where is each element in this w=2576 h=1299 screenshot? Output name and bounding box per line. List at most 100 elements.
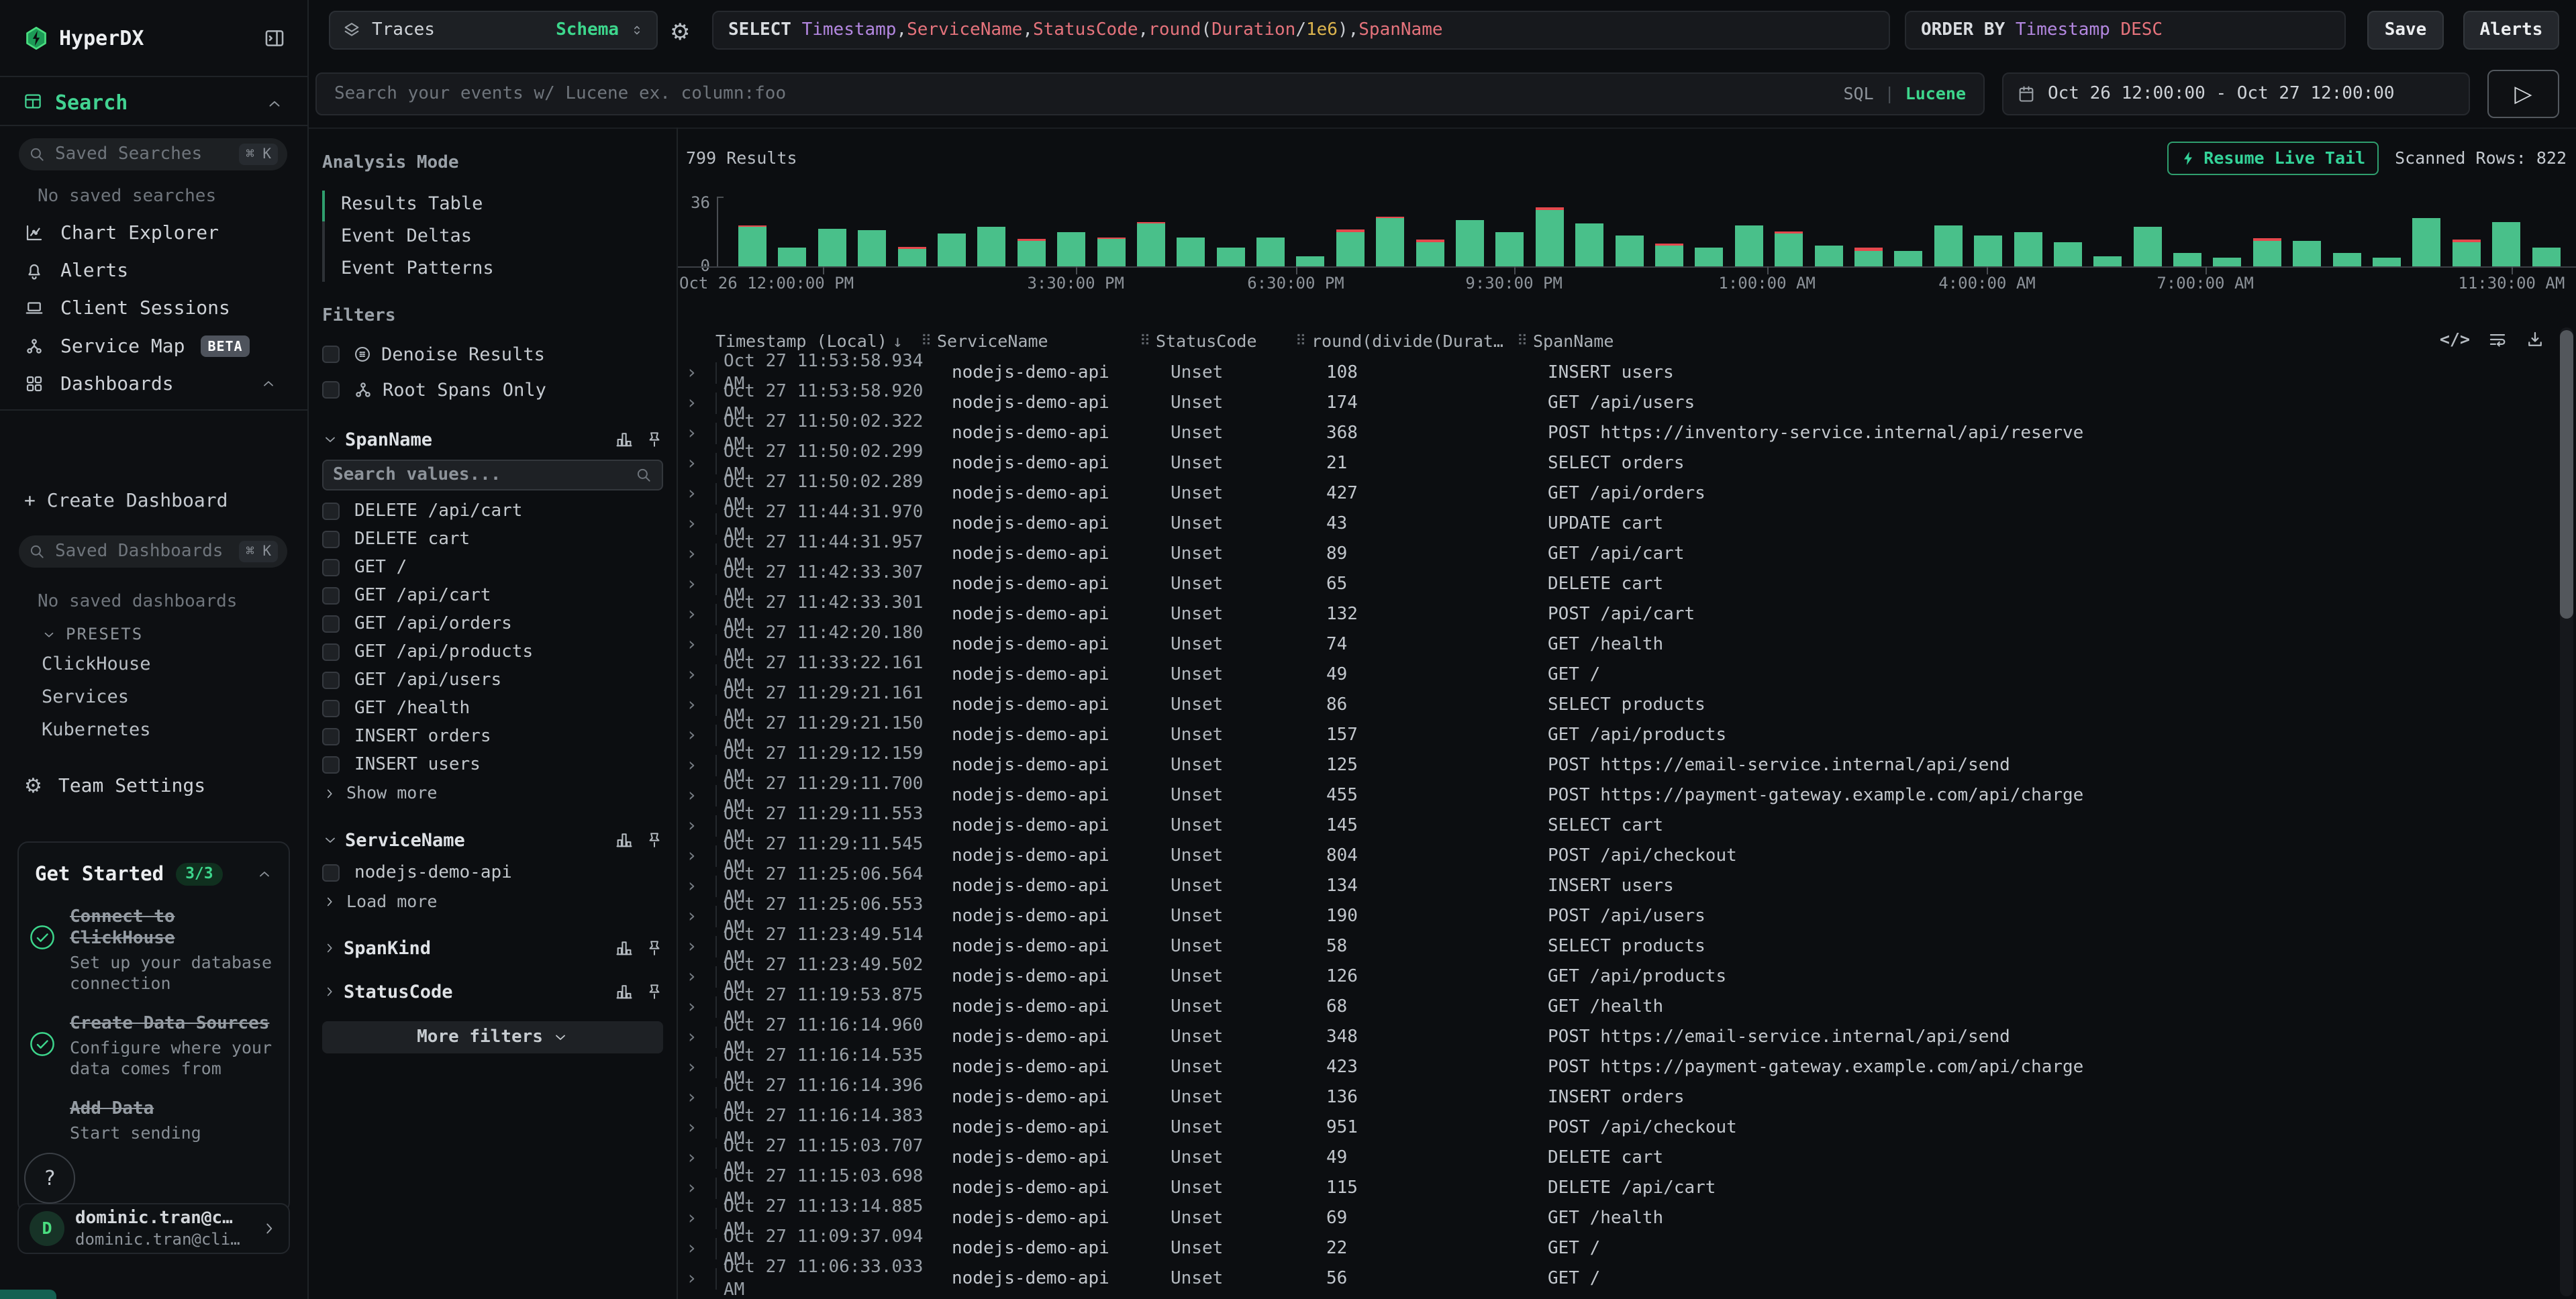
more-filters-button[interactable]: More filters bbox=[322, 1021, 663, 1053]
chart-bar[interactable] bbox=[2373, 258, 2401, 266]
chart-bar[interactable] bbox=[2213, 258, 2241, 266]
row-expand-chevron[interactable]: › bbox=[678, 813, 715, 837]
chart-bar[interactable] bbox=[2253, 238, 2281, 266]
sidebar-item-dashboards[interactable]: Dashboards bbox=[24, 366, 293, 402]
table-row[interactable]: ›Oct 27 11:53:58.934 AMnodejs-demo-apiUn… bbox=[678, 358, 2550, 388]
filter-value[interactable]: DELETE /api/cart bbox=[322, 497, 663, 525]
analysis-mode-results-table[interactable]: Results Table bbox=[341, 188, 663, 220]
filter-value[interactable]: GET /api/users bbox=[322, 666, 663, 694]
table-row[interactable]: ›Oct 27 11:42:33.301 AMnodejs-demo-apiUn… bbox=[678, 599, 2550, 629]
preset-item-services[interactable]: Services bbox=[42, 685, 129, 709]
chart-bar[interactable] bbox=[2014, 232, 2042, 266]
table-row[interactable]: ›Oct 27 11:33:22.161 AMnodejs-demo-apiUn… bbox=[678, 660, 2550, 690]
sidebar-item-chart-explorer[interactable]: Chart Explorer bbox=[24, 215, 293, 251]
get-started-task[interactable]: Create Data SourcesConfigure where your … bbox=[19, 1000, 289, 1086]
checkbox[interactable] bbox=[322, 531, 340, 548]
scrollbar-thumb[interactable] bbox=[2560, 330, 2573, 619]
chart-bar[interactable] bbox=[1416, 240, 1444, 266]
filter-value[interactable]: DELETE cart bbox=[322, 525, 663, 554]
filter-group-header-spankind[interactable]: SpanKind bbox=[322, 937, 663, 960]
gear-icon[interactable]: ⚙ bbox=[670, 17, 690, 47]
user-menu[interactable]: D dominic.tran@c… dominic.tran@cli… bbox=[17, 1203, 290, 1254]
chart-values-icon[interactable] bbox=[615, 430, 634, 449]
checkbox[interactable] bbox=[322, 728, 340, 745]
row-expand-chevron[interactable]: › bbox=[678, 541, 715, 566]
chart-bar[interactable] bbox=[898, 247, 926, 266]
table-row[interactable]: ›Oct 27 11:42:33.307 AMnodejs-demo-apiUn… bbox=[678, 569, 2550, 599]
chart-bar[interactable] bbox=[1894, 251, 1922, 266]
chart-bar[interactable] bbox=[1934, 225, 1963, 266]
filter-value[interactable]: GET /api/orders bbox=[322, 610, 663, 638]
resume-live-tail-button[interactable]: Resume Live Tail bbox=[2167, 142, 2379, 175]
chart-bar[interactable] bbox=[977, 227, 1005, 266]
row-expand-chevron[interactable]: › bbox=[678, 632, 715, 656]
chart-bar[interactable] bbox=[2412, 218, 2440, 266]
chart-bar[interactable] bbox=[858, 230, 886, 266]
row-expand-chevron[interactable]: › bbox=[678, 783, 715, 807]
table-row[interactable]: ›Oct 27 11:44:31.970 AMnodejs-demo-apiUn… bbox=[678, 509, 2550, 539]
row-expand-chevron[interactable]: › bbox=[678, 934, 715, 958]
checkbox[interactable] bbox=[322, 672, 340, 689]
chart-bar[interactable] bbox=[1775, 231, 1803, 266]
filter-value[interactable]: INSERT orders bbox=[322, 723, 663, 751]
row-expand-chevron[interactable]: › bbox=[678, 602, 715, 626]
table-row[interactable]: ›Oct 27 11:15:03.698 AMnodejs-demo-apiUn… bbox=[678, 1173, 2550, 1203]
table-row[interactable]: ›Oct 27 11:25:06.553 AMnodejs-demo-apiUn… bbox=[678, 901, 2550, 931]
lucene-search-input[interactable]: Search your events w/ Lucene ex. column:… bbox=[315, 72, 1985, 115]
chart-bar[interactable] bbox=[1296, 256, 1324, 266]
sql-mode-toggle[interactable]: SQL bbox=[1843, 83, 1873, 105]
row-expand-chevron[interactable]: › bbox=[678, 451, 715, 475]
chart-bar[interactable] bbox=[2134, 227, 2162, 266]
drag-handle-icon[interactable]: ⠿ bbox=[1140, 332, 1150, 352]
chart-bar[interactable] bbox=[1097, 238, 1126, 266]
row-expand-chevron[interactable]: › bbox=[678, 421, 715, 445]
row-expand-chevron[interactable]: › bbox=[678, 753, 715, 777]
collapse-sidebar-icon[interactable] bbox=[263, 27, 286, 50]
checkbox[interactable] bbox=[322, 864, 340, 882]
sidebar-item-service-map[interactable]: Service MapBETA bbox=[24, 328, 293, 364]
help-button[interactable]: ? bbox=[24, 1153, 75, 1204]
chart-bar[interactable] bbox=[778, 248, 806, 266]
table-row[interactable]: ›Oct 27 11:19:53.875 AMnodejs-demo-apiUn… bbox=[678, 992, 2550, 1022]
chevron-up-icon[interactable] bbox=[266, 95, 283, 113]
sidebar-item-team-settings[interactable]: ⚙ Team Settings bbox=[24, 768, 293, 804]
sql-select-input[interactable]: SELECT Timestamp,ServiceName,StatusCode,… bbox=[712, 11, 1890, 50]
chart-bar[interactable] bbox=[1854, 248, 1883, 266]
chart-bar[interactable] bbox=[2333, 253, 2361, 266]
chart-bar[interactable] bbox=[2293, 241, 2321, 266]
checkbox[interactable] bbox=[322, 615, 340, 633]
chart-bar[interactable] bbox=[1495, 232, 1524, 266]
sidebar-item-search[interactable]: Search bbox=[55, 90, 128, 116]
checkbox[interactable] bbox=[322, 700, 340, 717]
table-row[interactable]: ›Oct 27 11:06:33.033 AMnodejs-demo-apiUn… bbox=[678, 1263, 2550, 1294]
chart-bar[interactable] bbox=[2093, 256, 2122, 266]
code-view-icon[interactable]: </> bbox=[2440, 329, 2470, 351]
checkbox[interactable] bbox=[322, 756, 340, 774]
chart-bar[interactable] bbox=[1616, 236, 1644, 266]
row-expand-chevron[interactable]: › bbox=[678, 692, 715, 717]
row-expand-chevron[interactable]: › bbox=[678, 1115, 715, 1139]
table-row[interactable]: ›Oct 27 11:50:02.289 AMnodejs-demo-apiUn… bbox=[678, 478, 2550, 509]
table-row[interactable]: ›Oct 27 11:29:11.553 AMnodejs-demo-apiUn… bbox=[678, 811, 2550, 841]
chart-bar[interactable] bbox=[2532, 248, 2561, 266]
analysis-mode-event-patterns[interactable]: Event Patterns bbox=[341, 252, 663, 284]
table-row[interactable]: ›Oct 27 11:16:14.396 AMnodejs-demo-apiUn… bbox=[678, 1082, 2550, 1112]
table-row[interactable]: ›Oct 27 11:29:21.161 AMnodejs-demo-apiUn… bbox=[678, 690, 2550, 720]
table-row[interactable]: ›Oct 27 11:13:14.885 AMnodejs-demo-apiUn… bbox=[678, 1203, 2550, 1233]
row-expand-chevron[interactable]: › bbox=[678, 1055, 715, 1079]
chart-bar[interactable] bbox=[938, 233, 966, 266]
chart-bar[interactable] bbox=[1217, 248, 1245, 266]
table-row[interactable]: ›Oct 27 11:25:06.564 AMnodejs-demo-apiUn… bbox=[678, 871, 2550, 901]
table-row[interactable]: ›Oct 27 11:44:31.957 AMnodejs-demo-apiUn… bbox=[678, 539, 2550, 569]
table-row[interactable]: ›Oct 27 11:23:49.502 AMnodejs-demo-apiUn… bbox=[678, 962, 2550, 992]
table-row[interactable]: ›Oct 27 11:29:12.159 AMnodejs-demo-apiUn… bbox=[678, 750, 2550, 780]
table-row[interactable]: ›Oct 27 11:16:14.535 AMnodejs-demo-apiUn… bbox=[678, 1052, 2550, 1082]
chart-bar[interactable] bbox=[2173, 253, 2201, 266]
row-expand-chevron[interactable]: › bbox=[678, 1266, 715, 1290]
checkbox[interactable] bbox=[322, 643, 340, 661]
filter-group-header-statuscode[interactable]: StatusCode bbox=[322, 980, 663, 1004]
checkbox[interactable] bbox=[322, 503, 340, 520]
order-by-input[interactable]: ORDER BY Timestamp DESC bbox=[1905, 11, 2346, 50]
toggle-root-spans-only[interactable]: Root Spans Only bbox=[322, 372, 663, 408]
saved-searches-input[interactable]: Saved Searches ⌘ K bbox=[19, 138, 287, 170]
